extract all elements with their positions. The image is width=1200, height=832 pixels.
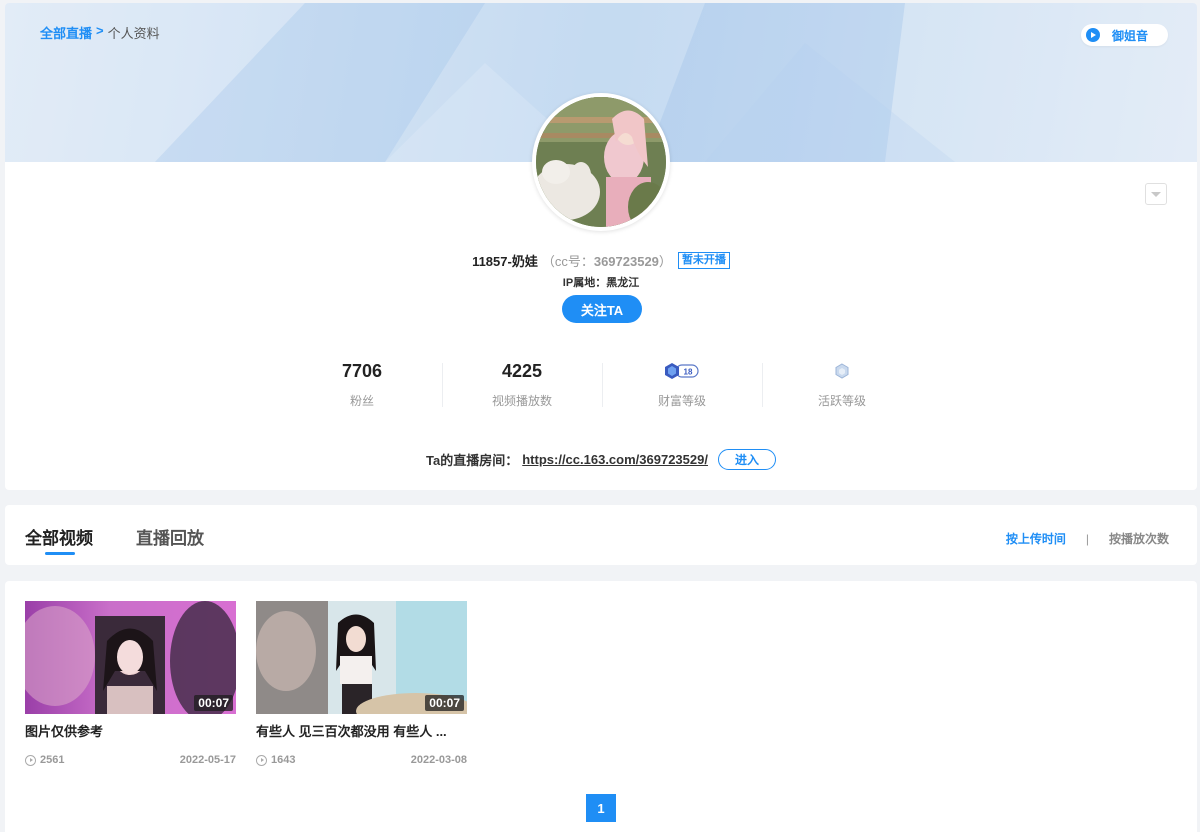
active-tab-indicator bbox=[45, 552, 75, 555]
video-date: 2022-05-17 bbox=[179, 754, 236, 766]
stat-label: 活跃等级 bbox=[817, 394, 866, 408]
video-plays: 1643 bbox=[256, 754, 295, 766]
streamer-name: 11857-奶娃 bbox=[472, 254, 538, 269]
stat-fans: 7706 粉丝 bbox=[282, 359, 442, 409]
stat-video-plays: 4225 视频播放数 bbox=[442, 359, 602, 409]
breadcrumb: 全部直播 > 个人资料 bbox=[40, 23, 160, 42]
breadcrumb-separator: > bbox=[96, 23, 104, 38]
video-title[interactable]: 图片仅供参考 bbox=[25, 721, 236, 740]
play-count: 1643 bbox=[271, 754, 296, 766]
video-card[interactable]: 00:07 有些人 见三百次都没用 有些人 ... 1643 2022-03-0… bbox=[256, 601, 467, 766]
sort-separator: | bbox=[1085, 531, 1089, 546]
cc-number-value: 369723529 bbox=[593, 254, 659, 269]
profile-card: 全部直播 > 个人资料 御姐音 11857-奶娃 （cc号：369723529）… bbox=[5, 3, 1197, 490]
room-url-link[interactable]: https://cc.163.com/369723529/ bbox=[522, 452, 708, 467]
tab-live-replay[interactable]: 直播回放 bbox=[136, 524, 204, 549]
live-status-badge: 暂未开播 bbox=[677, 252, 730, 269]
ip-location: IP属地：黑龙江 bbox=[562, 277, 640, 289]
cc-suffix: ） bbox=[658, 254, 672, 269]
stats-row: 7706 粉丝 4225 视频播放数 18 财富等级 活跃等级 bbox=[282, 359, 922, 409]
avatar bbox=[532, 93, 670, 231]
video-meta: 1643 2022-03-08 bbox=[256, 754, 467, 766]
cc-number: （cc号：369723529） bbox=[542, 251, 672, 270]
video-list-panel: 00:07 图片仅供参考 2561 2022-05-17 00:07 有些人 见… bbox=[5, 581, 1197, 832]
video-plays: 2561 bbox=[25, 754, 64, 766]
play-icon bbox=[1086, 28, 1100, 42]
room-prefix: Ta的直播房间： bbox=[426, 453, 519, 468]
play-count: 2561 bbox=[40, 754, 65, 766]
stat-value: 7706 bbox=[341, 361, 383, 381]
video-thumbnail[interactable]: 00:07 bbox=[25, 601, 236, 714]
activity-level-icon bbox=[834, 359, 850, 383]
play-count-icon bbox=[25, 754, 36, 766]
cc-prefix: （cc号： bbox=[541, 254, 594, 269]
follow-button[interactable]: 关注TA bbox=[562, 295, 642, 323]
stat-wealth-level: 18 财富等级 bbox=[602, 359, 762, 409]
voice-intro-button[interactable]: 御姐音 bbox=[1081, 24, 1168, 46]
video-date: 2022-03-08 bbox=[410, 754, 467, 766]
live-room-row: Ta的直播房间： https://cc.163.com/369723529/ 进… bbox=[5, 449, 1197, 470]
wealth-level-number: 18 bbox=[684, 368, 693, 377]
chevron-down-icon bbox=[1151, 191, 1161, 197]
stat-label: 视频播放数 bbox=[491, 394, 552, 408]
sort-by-plays[interactable]: 按播放次数 bbox=[1109, 530, 1169, 547]
wealth-level-icon: 18 bbox=[664, 359, 700, 383]
video-duration: 00:07 bbox=[194, 695, 233, 711]
video-meta: 2561 2022-05-17 bbox=[25, 754, 236, 766]
video-thumbnail[interactable]: 00:07 bbox=[256, 601, 467, 714]
play-count-icon bbox=[256, 754, 267, 766]
breadcrumb-current: 个人资料 bbox=[107, 26, 160, 41]
voice-label: 御姐音 bbox=[1112, 28, 1149, 43]
video-card[interactable]: 00:07 图片仅供参考 2561 2022-05-17 bbox=[25, 601, 236, 766]
pagination-page-1[interactable]: 1 bbox=[586, 794, 616, 822]
stat-value: 4225 bbox=[501, 361, 543, 381]
stat-label: 粉丝 bbox=[349, 394, 374, 408]
stat-activity-level: 活跃等级 bbox=[762, 359, 922, 409]
name-row: 11857-奶娃 （cc号：369723529） 暂未开播 bbox=[5, 251, 1197, 270]
more-dropdown-button[interactable] bbox=[1145, 183, 1167, 205]
video-tabs-bar: 全部视频 直播回放 按上传时间 | 按播放次数 bbox=[5, 505, 1197, 565]
sort-by-upload-time[interactable]: 按上传时间 bbox=[1006, 530, 1066, 547]
breadcrumb-all-live[interactable]: 全部直播 bbox=[40, 23, 92, 42]
tab-all-videos[interactable]: 全部视频 bbox=[25, 524, 93, 549]
enter-room-button[interactable]: 进入 bbox=[717, 449, 776, 470]
video-title[interactable]: 有些人 见三百次都没用 有些人 ... bbox=[256, 721, 467, 740]
stat-label: 财富等级 bbox=[657, 394, 706, 408]
video-duration: 00:07 bbox=[425, 695, 464, 711]
sort-options: 按上传时间 | 按播放次数 bbox=[1006, 530, 1169, 547]
